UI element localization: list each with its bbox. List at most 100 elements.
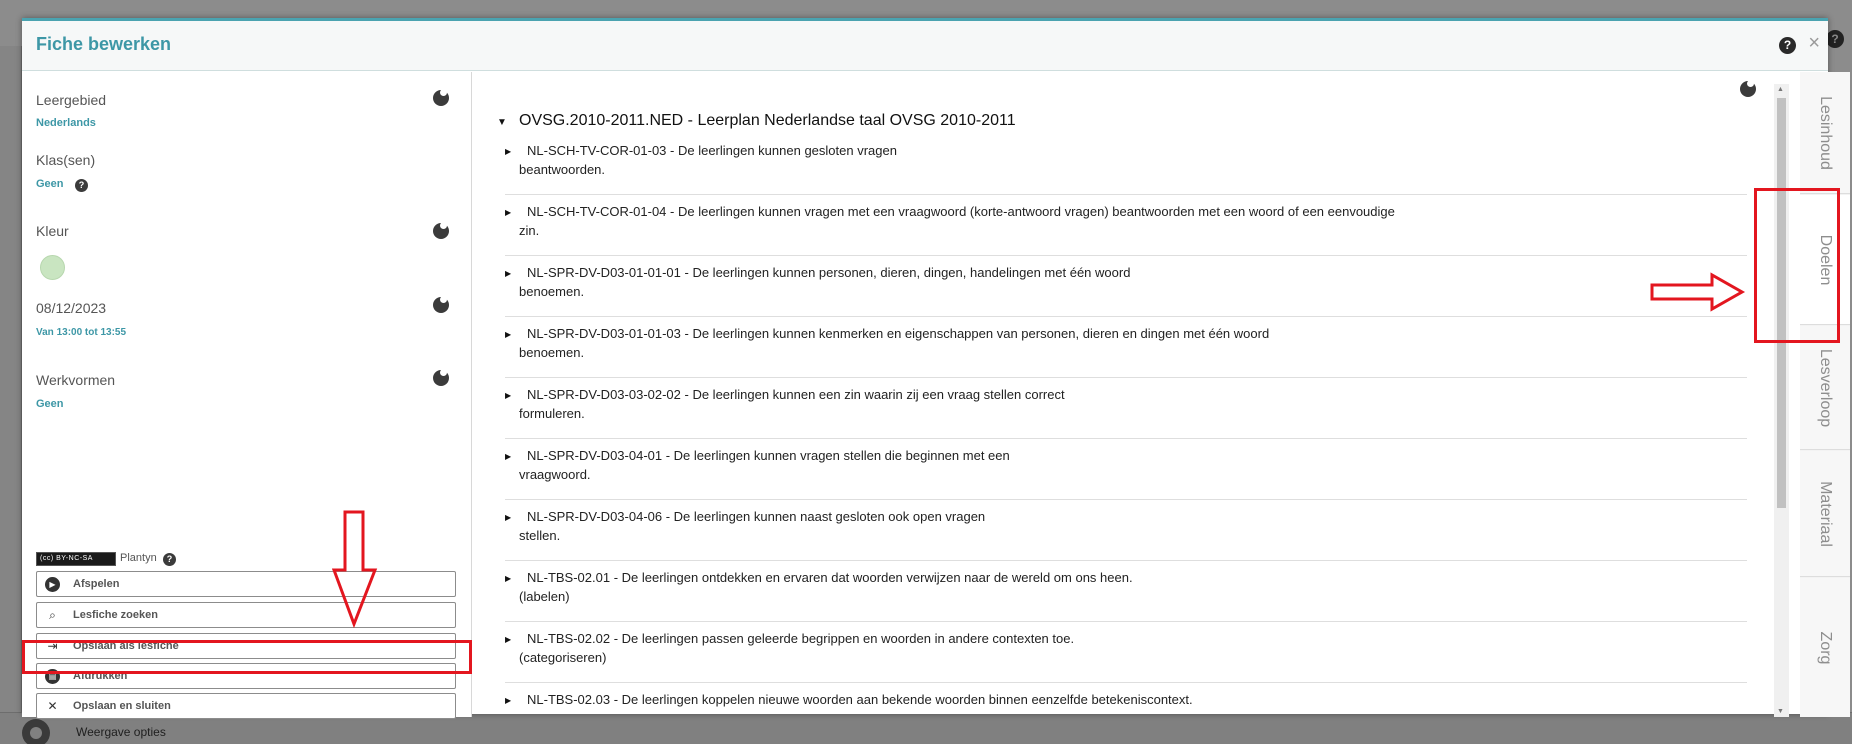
caret-right-icon[interactable]: ▶ xyxy=(505,574,511,583)
scroll-down-arrow-icon[interactable]: ▼ xyxy=(1777,708,1784,715)
goal-text-continued: benoemen. xyxy=(519,284,585,299)
license-help-icon[interactable]: ? xyxy=(163,553,176,566)
goal-text-continued: stellen. xyxy=(519,528,561,543)
close-icon[interactable]: × xyxy=(1808,33,1820,53)
scroll-up-arrow-icon[interactable]: ▲ xyxy=(1777,86,1784,93)
goal-item[interactable]: ▶ NL-SPR-DV-D03-01-01-01 - De leerlingen… xyxy=(505,265,1747,317)
edit-work-forms-wrench-icon[interactable] xyxy=(433,369,449,386)
cc-license-badge: (cc) BY-NC-SA xyxy=(36,552,116,566)
caret-right-icon[interactable]: ▶ xyxy=(505,391,511,400)
modal-title: Fiche bewerken xyxy=(36,34,172,54)
goal-item[interactable]: ▶ NL-TBS-02.02 - De leerlingen passen ge… xyxy=(505,631,1747,683)
tab-doelen[interactable]: Doelen xyxy=(1800,195,1850,325)
goal-item[interactable]: ▶ NL-TBS-02.03 - De leerlingen koppelen … xyxy=(505,692,1747,717)
goal-item[interactable]: ▶ NL-TBS-02.01 - De leerlingen ontdekken… xyxy=(505,570,1747,622)
tab-lesverloop[interactable]: Lesverloop xyxy=(1800,326,1850,450)
goal-text: NL-SPR-DV-D03-04-01 - De leerlingen kunn… xyxy=(527,448,1010,463)
caret-right-icon[interactable]: ▶ xyxy=(505,696,511,705)
caret-right-icon[interactable]: ▶ xyxy=(505,208,511,217)
license-owner: Plantyn xyxy=(120,552,157,564)
field-label-learning-area: Leergebied xyxy=(36,92,107,108)
field-label-color: Kleur xyxy=(36,223,69,239)
goal-text: NL-SCH-TV-COR-01-03 - De leerlingen kunn… xyxy=(527,143,897,158)
details-panel: Leergebied Nederlands Klas(sen) Geen ? K… xyxy=(22,72,472,719)
search-lesson-sheet-button[interactable]: ⌕ Lesfiche zoeken xyxy=(36,602,456,628)
tab-materiaal[interactable]: Materiaal xyxy=(1800,451,1850,577)
color-swatch[interactable] xyxy=(40,255,65,280)
print-button-label: Afdrukken xyxy=(73,670,128,682)
goal-text-continued: vraagwoord. xyxy=(519,467,591,482)
edit-learning-area-wrench-icon[interactable] xyxy=(433,89,449,106)
field-label-date: 08/12/2023 xyxy=(36,300,107,316)
caret-right-icon[interactable]: ▶ xyxy=(505,269,511,278)
print-button[interactable]: ▤ Afdrukken xyxy=(36,663,456,689)
edit-goals-wrench-icon[interactable] xyxy=(1740,80,1756,97)
goal-text: NL-TBS-02.02 - De leerlingen passen gele… xyxy=(527,631,1075,646)
goals-scrollbar[interactable]: ▲ ▼ xyxy=(1774,84,1789,717)
goal-text: NL-SPR-DV-D03-01-01-01 - De leerlingen k… xyxy=(527,265,1131,280)
vertical-tabs: Lesinhoud Doelen Lesverloop Materiaal Zo… xyxy=(1800,72,1850,717)
annotation-arrow-down-icon xyxy=(332,510,378,628)
caret-right-icon[interactable]: ▶ xyxy=(505,147,511,156)
display-options-label: Weergave opties xyxy=(76,725,166,739)
goal-text: NL-SPR-DV-D03-01-01-03 - De leerlingen k… xyxy=(527,326,1270,341)
tab-lesinhoud-label: Lesinhoud xyxy=(1817,95,1834,170)
goal-text-continued: formuleren. xyxy=(519,406,585,421)
goal-text-continued: (categoriseren) xyxy=(519,650,607,665)
goals-panel: ▼ OVSG.2010-2011.NED - Leerplan Nederland… xyxy=(473,72,1778,717)
caret-right-icon[interactable]: ▶ xyxy=(505,635,511,644)
goal-item[interactable]: ▶ NL-SPR-DV-D03-01-01-03 - De leerlingen… xyxy=(505,326,1747,378)
edit-color-wrench-icon[interactable] xyxy=(433,222,449,239)
search-document-icon: ⌕ xyxy=(49,608,56,622)
goal-item[interactable]: ▶ NL-SPR-DV-D03-03-02-02 - De leerlingen… xyxy=(505,387,1747,439)
goal-item[interactable]: ▶ NL-SCH-TV-COR-01-03 - De leerlingen ku… xyxy=(505,143,1747,195)
play-button[interactable]: ▶ Afspelen xyxy=(36,571,456,597)
save-and-close-button[interactable]: ✕ Opslaan en sluiten xyxy=(36,693,456,719)
help-icon[interactable]: ? xyxy=(1779,37,1796,54)
background-help-icon: ? xyxy=(1826,30,1844,48)
tab-lesverloop-label: Lesverloop xyxy=(1817,348,1834,427)
background-left-strip xyxy=(0,46,22,712)
modal-header: Fiche bewerken ? × xyxy=(22,21,1828,71)
play-icon: ▶ xyxy=(45,577,60,592)
goal-text-continued: zin. xyxy=(519,223,540,238)
tab-lesinhoud[interactable]: Lesinhoud xyxy=(1800,72,1850,194)
curriculum-root-label: OVSG.2010-2011.NED - Leerplan Nederlands… xyxy=(519,112,1016,129)
save-as-lesson-sheet-button[interactable]: ⇥ Opslaan als lesfiche xyxy=(36,633,456,659)
goal-text-continued: benoemen. xyxy=(519,345,585,360)
work-forms-value[interactable]: Geen xyxy=(36,398,64,410)
scrollbar-thumb[interactable] xyxy=(1777,98,1786,508)
gear-icon xyxy=(22,719,50,744)
caret-right-icon[interactable]: ▶ xyxy=(505,330,511,339)
time-range-value[interactable]: Van 13:00 tot 13:55 xyxy=(36,327,126,338)
goal-item[interactable]: ▶ NL-SPR-DV-D03-04-06 - De leerlingen ku… xyxy=(505,509,1747,561)
goal-text-continued: beantwoorden. xyxy=(519,162,606,177)
play-button-label: Afspelen xyxy=(73,578,120,590)
goal-text-continued: (labelen) xyxy=(519,589,570,604)
field-label-classes: Klas(sen) xyxy=(36,152,96,168)
edit-sheet-modal: Fiche bewerken ? × Leergebied Nederlands… xyxy=(22,18,1850,719)
field-label-work-forms: Werkvormen xyxy=(36,372,116,388)
curriculum-root-node[interactable]: ▼ OVSG.2010-2011.NED - Leerplan Nederland… xyxy=(497,112,1016,130)
edit-date-wrench-icon[interactable] xyxy=(433,296,449,313)
caret-right-icon[interactable]: ▶ xyxy=(505,513,511,522)
tab-zorg[interactable]: Zorg xyxy=(1800,578,1850,717)
goal-text: NL-SPR-DV-D03-03-02-02 - De leerlingen k… xyxy=(527,387,1065,402)
caret-down-icon[interactable]: ▼ xyxy=(497,117,519,128)
save-and-close-label: Opslaan en sluiten xyxy=(73,700,171,712)
caret-right-icon[interactable]: ▶ xyxy=(505,452,511,461)
goal-item[interactable]: ▶ NL-SPR-DV-D03-04-01 - De leerlingen ku… xyxy=(505,448,1747,500)
print-icon: ▤ xyxy=(45,669,60,684)
classes-help-icon[interactable]: ? xyxy=(75,179,88,192)
tab-materiaal-label: Materiaal xyxy=(1817,480,1834,547)
goal-text: NL-TBS-02.03 - De leerlingen koppelen ni… xyxy=(527,692,1193,707)
close-icon: ✕ xyxy=(47,699,58,713)
classes-value[interactable]: Geen xyxy=(36,178,64,190)
goal-item[interactable]: ▶ NL-SCH-TV-COR-01-04 - De leerlingen ku… xyxy=(505,204,1747,256)
annotation-arrow-right-icon xyxy=(1650,272,1746,312)
learning-area-value[interactable]: Nederlands xyxy=(36,117,96,129)
search-lesson-sheet-label: Lesfiche zoeken xyxy=(73,609,158,621)
goal-text: NL-TBS-02.01 - De leerlingen ontdekken e… xyxy=(527,570,1133,585)
tab-zorg-label: Zorg xyxy=(1817,631,1834,664)
save-as-icon: ⇥ xyxy=(47,639,58,653)
